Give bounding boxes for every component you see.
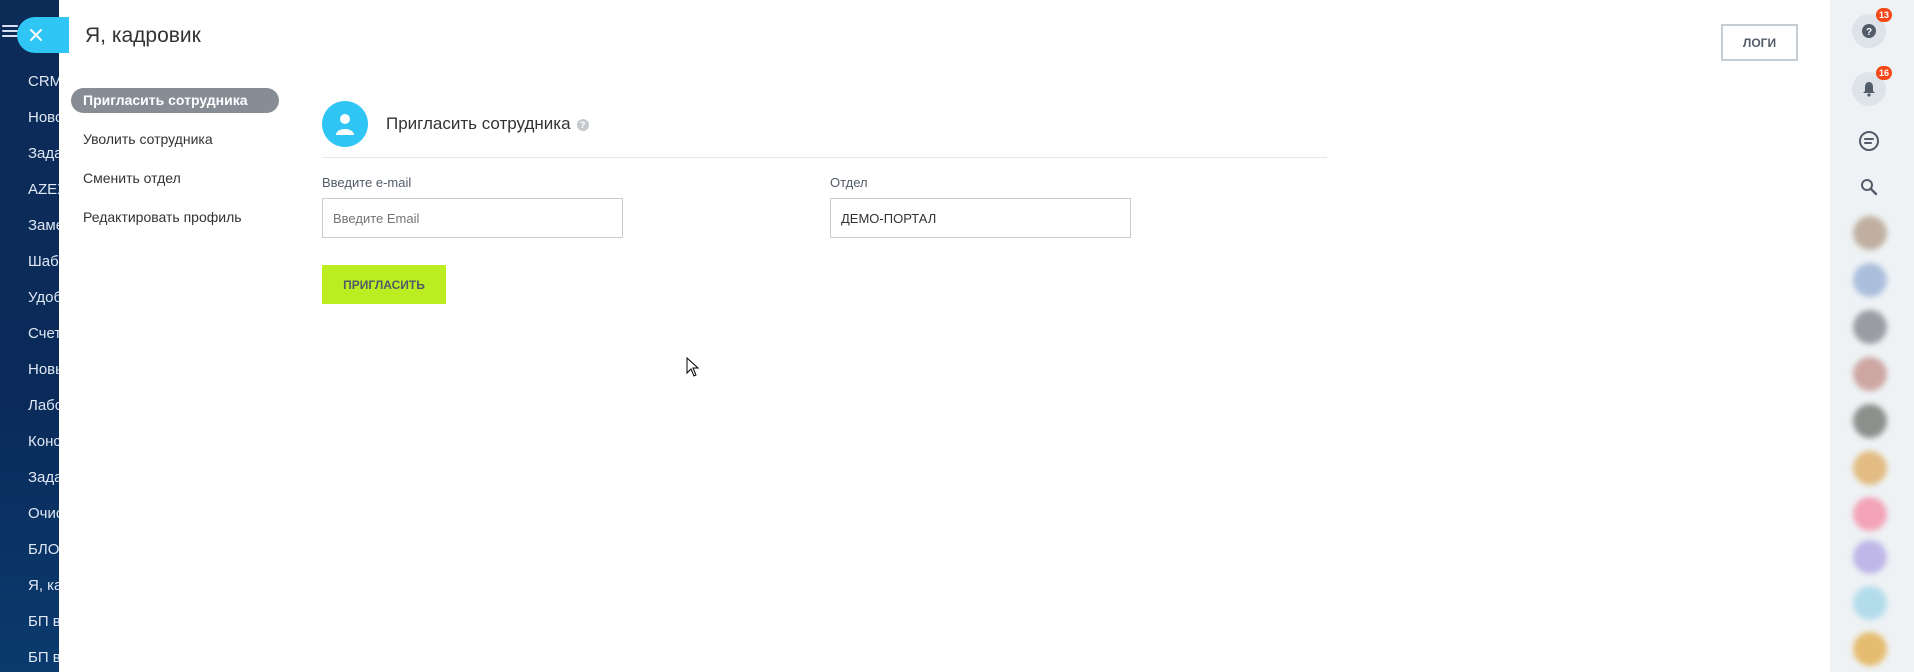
right-messenger-bar: ? 13 16 — [1830, 0, 1914, 672]
menu-item-invite-employee[interactable]: Пригласить сотрудника — [71, 88, 279, 113]
svg-text:?: ? — [1866, 27, 1872, 38]
portal-menu-list: CRM Ново Зада AZEX Заме Шаб Удоб Счет Но… — [28, 72, 60, 672]
portal-menu-item[interactable]: CRM — [28, 72, 60, 108]
portal-menu-item[interactable]: БП в — [28, 612, 60, 648]
section-header: Пригласить сотрудника? — [322, 101, 1327, 147]
portal-menu-item[interactable]: AZEX — [28, 180, 60, 216]
mouse-cursor-icon — [686, 357, 700, 377]
portal-menu-item[interactable]: Новы — [28, 360, 60, 396]
menu-burger-icon[interactable] — [2, 22, 18, 40]
contact-avatar[interactable] — [1853, 357, 1887, 391]
invite-section: Пригласить сотрудника? Введите e-mail От… — [322, 101, 1327, 304]
department-input[interactable]: ДЕМО-ПОРТАЛ — [830, 198, 1131, 238]
contact-avatar[interactable] — [1853, 216, 1887, 250]
portal-menu-item[interactable]: БП в — [28, 648, 60, 672]
contact-avatar[interactable] — [1853, 451, 1887, 485]
local-menu: Пригласить сотрудника Уволить сотрудника… — [71, 88, 279, 244]
portal-menu-item[interactable]: Лабо — [28, 396, 60, 432]
menu-item-change-department[interactable]: Сменить отдел — [71, 166, 279, 191]
portal-menu-item[interactable]: БЛО — [28, 540, 60, 576]
portal-menu-item[interactable]: Счет — [28, 324, 60, 360]
search-button[interactable] — [1852, 170, 1886, 204]
logs-button[interactable]: ЛОГИ — [1721, 24, 1798, 61]
contact-avatar[interactable] — [1853, 586, 1887, 620]
contact-avatar[interactable] — [1853, 263, 1887, 297]
page-title: Я, кадровик — [85, 24, 201, 47]
bell-icon — [1863, 82, 1875, 97]
chat-icon — [1859, 131, 1879, 151]
email-label: Введите e-mail — [322, 175, 412, 190]
notifications-badge: 16 — [1875, 66, 1892, 80]
menu-item-edit-profile[interactable]: Редактировать профиль — [71, 205, 279, 230]
search-icon — [1861, 179, 1878, 196]
contact-avatar[interactable] — [1853, 540, 1887, 574]
help-badge: 13 — [1875, 8, 1892, 22]
portal-menu-item[interactable]: Я, ка — [28, 576, 60, 612]
portal-menu-item[interactable]: Заме — [28, 216, 60, 252]
section-title: Пригласить сотрудника? — [386, 114, 589, 134]
chat-list-button[interactable] — [1852, 124, 1886, 158]
email-input[interactable] — [322, 198, 623, 238]
portal-menu-item[interactable]: Ново — [28, 108, 60, 144]
menu-item-dismiss-employee[interactable]: Уволить сотрудника — [71, 127, 279, 152]
portal-left-menu: CRM Ново Зада AZEX Заме Шаб Удоб Счет Но… — [0, 0, 60, 672]
contact-avatar[interactable] — [1853, 404, 1887, 438]
notifications-button[interactable]: 16 — [1852, 66, 1892, 106]
user-icon — [322, 101, 368, 147]
portal-menu-item[interactable]: Очис — [28, 504, 60, 540]
contact-avatar[interactable] — [1853, 632, 1887, 666]
close-slider-button[interactable] — [17, 17, 69, 53]
form-fields: Введите e-mail Отдел ДЕМО-ПОРТАЛ — [322, 158, 1327, 278]
slider-panel: Я, кадровик ЛОГИ Пригласить сотрудника У… — [59, 0, 1830, 672]
portal-menu-item[interactable]: Удоб — [28, 288, 60, 324]
contact-avatar[interactable] — [1853, 497, 1887, 531]
invite-button[interactable]: ПРИГЛАСИТЬ — [322, 265, 446, 304]
portal-menu-item[interactable]: Шаб — [28, 252, 60, 288]
email-field-group: Введите e-mail — [322, 175, 623, 238]
portal-menu-item[interactable]: Зада — [28, 144, 60, 180]
close-icon — [30, 29, 42, 41]
help-center-button[interactable]: ? 13 — [1852, 8, 1892, 48]
question-icon: ? — [1862, 24, 1876, 38]
department-label: Отдел — [830, 175, 868, 190]
contact-avatar[interactable] — [1853, 310, 1887, 344]
section-title-text: Пригласить сотрудника — [386, 114, 571, 133]
portal-menu-item[interactable]: Зада — [28, 468, 60, 504]
department-field-group: Отдел ДЕМО-ПОРТАЛ — [830, 175, 1131, 238]
help-icon[interactable]: ? — [576, 118, 589, 131]
portal-menu-item[interactable]: Конс — [28, 432, 60, 468]
